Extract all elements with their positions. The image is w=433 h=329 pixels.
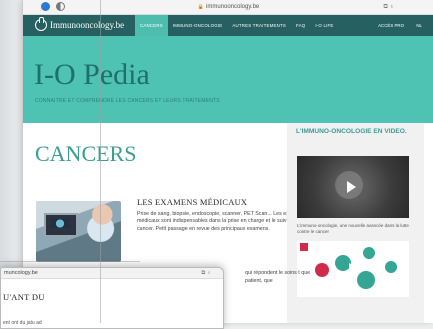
- menu-item-cancers[interactable]: CANCERS: [135, 15, 168, 36]
- secondary-heading: U'ANT DU: [3, 292, 45, 302]
- overlay-guide-line: [100, 0, 101, 323]
- article-image[interactable]: [36, 201, 121, 262]
- secondary-browser-window[interactable]: muncology.be ⧉ ♁ U'ANT DU ent ont du jat…: [0, 267, 224, 329]
- video-caption: L'immuno-oncologie, une nouvelle avancée…: [297, 223, 409, 234]
- menu-item-faq[interactable]: FAQ: [291, 15, 310, 36]
- logo-badge-icon: [300, 243, 308, 251]
- secondary-toolbar-icons[interactable]: ⧉ ♁: [201, 269, 211, 277]
- monitor-graphic: [44, 213, 78, 237]
- section-heading: CANCERS: [35, 141, 137, 166]
- pro-access-link[interactable]: ACCÈS PRO: [378, 15, 404, 36]
- address-bar[interactable]: 🔒 immunooncology.be: [173, 2, 284, 12]
- play-icon[interactable]: [349, 263, 358, 275]
- secondary-toolbar: muncology.be ⧉ ♁: [1, 268, 223, 279]
- language-switch[interactable]: NL: [416, 15, 422, 36]
- main-menu: CANCERS IMMUNO-ONCOLOGIE AUTRES TRAITEME…: [135, 15, 339, 36]
- immune-cell-icon: [363, 247, 375, 259]
- sidebar-toggle-icon[interactable]: [56, 2, 65, 11]
- sidebar-title: L'IMMUNO-ONCOLOGIE EN VIDEO.: [296, 128, 407, 135]
- window-control-icon[interactable]: [41, 2, 50, 11]
- overlay-guide-line: [0, 261, 140, 262]
- site-logo[interactable]: Immunooncology.be: [35, 17, 125, 31]
- lock-icon: 🔒: [197, 4, 204, 10]
- secondary-address-text[interactable]: muncology.be: [4, 269, 38, 277]
- site-navbar: Immunooncology.be CANCERS IMMUNO-ONCOLOG…: [23, 15, 433, 36]
- partial-article-text: qui répondent le soins t que patient, qu…: [245, 270, 311, 284]
- logo-text: Immunooncology.be: [50, 20, 125, 30]
- secondary-text: ent ont du jatu ad: [3, 320, 42, 326]
- hero-subtitle: CONNAITRE ET COMPRENDRE LES CANCERS ET L…: [35, 98, 220, 104]
- immune-cell-icon: [385, 261, 397, 273]
- video-sidebar: L'IMMUNO-ONCOLOGIE EN VIDEO. L'immuno-on…: [287, 123, 424, 323]
- hero-banner: I-O Pedia CONNAITRE ET COMPRENDRE LES CA…: [23, 36, 433, 123]
- play-icon[interactable]: [347, 181, 356, 193]
- menu-item-io-life[interactable]: I-O LIFE: [310, 15, 338, 36]
- hero-title: I-O Pedia: [34, 58, 150, 91]
- cancer-cell-icon: [315, 263, 329, 277]
- browser-toolbar: 🔒 immunooncology.be ⧉ ♁: [23, 0, 433, 15]
- video-thumbnail[interactable]: [297, 156, 409, 218]
- menu-item-autres-traitements[interactable]: AUTRES TRAITEMENTS: [227, 15, 291, 36]
- immune-cell-icon: [357, 271, 375, 289]
- menu-item-immuno-oncologie[interactable]: IMMUNO-ONCOLOGIE: [168, 15, 228, 36]
- logo-icon: [35, 17, 47, 31]
- toolbar-icons[interactable]: ⧉ ♁: [384, 2, 394, 12]
- address-text: immunooncology.be: [205, 4, 260, 10]
